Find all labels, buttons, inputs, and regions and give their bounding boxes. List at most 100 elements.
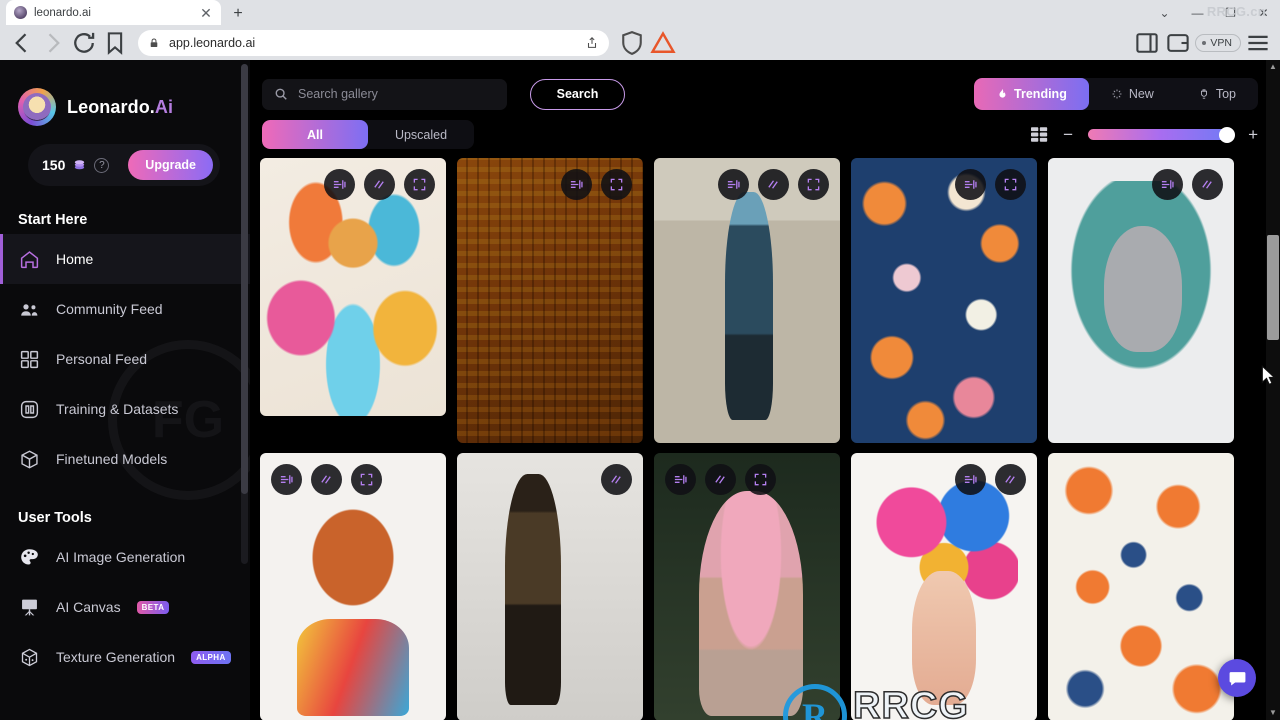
sidebar-item-training-datasets[interactable]: Training & Datasets	[0, 384, 250, 434]
zoom-out-button[interactable]: −	[1063, 126, 1073, 143]
upscale-icon[interactable]	[995, 464, 1026, 495]
gallery-card-warrior[interactable]	[654, 158, 840, 443]
tab-new[interactable]: New	[1089, 78, 1176, 110]
expand-icon[interactable]	[745, 464, 776, 495]
new-tab-button[interactable]: +	[225, 3, 251, 25]
sidebar-section-user-tools: User Tools	[18, 510, 92, 526]
window-close-button[interactable]: ✕	[1247, 0, 1280, 25]
scroll-down-arrow[interactable]: ▼	[1266, 706, 1280, 720]
sidebar-item-texture-generation[interactable]: Texture Generation ALPHA	[0, 632, 250, 682]
grid-icon	[18, 348, 40, 370]
remix-icon[interactable]	[324, 169, 355, 200]
brave-wallet-icon[interactable]	[1164, 29, 1192, 57]
window-maximize-button[interactable]: ❐	[1214, 0, 1247, 25]
lock-icon	[150, 37, 158, 47]
gallery-card-lion[interactable]	[260, 158, 446, 416]
upscale-icon[interactable]	[705, 464, 736, 495]
tab-top[interactable]: Top	[1176, 78, 1258, 110]
card-thumbnail	[1048, 158, 1234, 443]
gallery-card-koala-bike[interactable]	[1048, 158, 1234, 443]
upscale-icon[interactable]	[601, 464, 632, 495]
gallery-card-character-sheet[interactable]	[457, 453, 643, 720]
sidebar-item-personal-feed[interactable]: Personal Feed	[0, 334, 250, 384]
gallery-card-hieroglyphs[interactable]	[457, 158, 643, 443]
remix-icon[interactable]	[955, 169, 986, 200]
url-text: app.leonardo.ai	[169, 35, 256, 50]
back-button[interactable]	[8, 29, 36, 57]
gallery-card-pink-hair[interactable]	[654, 453, 840, 720]
address-bar[interactable]: app.leonardo.ai	[138, 29, 609, 56]
filter-upscaled[interactable]: Upscaled	[368, 120, 474, 149]
tab-close-icon[interactable]: ✕	[199, 6, 213, 20]
window-minimize-button[interactable]: —	[1181, 0, 1214, 25]
zoom-in-button[interactable]: +	[1248, 126, 1258, 143]
search-input[interactable]	[298, 87, 495, 101]
expand-icon[interactable]	[798, 169, 829, 200]
card-actions	[271, 464, 382, 495]
app-brand[interactable]: Leonardo.Ai	[0, 60, 250, 126]
trophy-icon	[1200, 89, 1207, 99]
page-viewport: FG Leonardo.Ai 150 ? Upgrade Start Here	[0, 60, 1280, 720]
zoom-slider-handle[interactable]	[1219, 126, 1236, 143]
card-actions	[665, 464, 776, 495]
upscale-icon[interactable]	[364, 169, 395, 200]
chat-support-button[interactable]	[1218, 659, 1256, 697]
remix-icon[interactable]	[665, 464, 696, 495]
share-icon	[587, 36, 596, 48]
brave-rewards-icon[interactable]	[649, 29, 677, 57]
scroll-up-arrow[interactable]: ▲	[1266, 60, 1280, 74]
sidebar-item-ai-canvas[interactable]: AI Canvas BETA	[0, 582, 250, 632]
reload-button[interactable]	[70, 29, 98, 57]
sidebar-item-label: Personal Feed	[56, 351, 148, 367]
gallery-card-floral-white[interactable]	[1048, 453, 1234, 720]
card-actions	[1152, 169, 1223, 200]
palette-icon	[18, 546, 40, 568]
bookmark-icon[interactable]	[101, 29, 129, 57]
side-panel-icon[interactable]	[1133, 29, 1161, 57]
layout-grid-icon[interactable]	[1031, 127, 1048, 142]
sidebar-scrollbar[interactable]	[241, 64, 248, 564]
upscale-icon[interactable]	[311, 464, 342, 495]
filter-all[interactable]: All	[262, 120, 368, 149]
expand-icon[interactable]	[601, 169, 632, 200]
sidebar-item-ai-image-generation[interactable]: AI Image Generation	[0, 532, 250, 582]
gallery-toolbar: Search Trending	[250, 60, 1280, 150]
forward-button[interactable]	[39, 29, 67, 57]
vpn-button[interactable]: VPN	[1195, 33, 1241, 52]
zoom-slider[interactable]	[1088, 126, 1236, 143]
browser-menu-icon[interactable]	[1244, 29, 1272, 57]
gallery-card-floral-blue[interactable]	[851, 158, 1037, 443]
question-icon[interactable]: ?	[94, 157, 110, 173]
brave-shields-icon[interactable]	[618, 29, 646, 57]
cube-icon	[18, 448, 40, 470]
search-field-wrapper[interactable]	[262, 78, 507, 110]
remix-icon[interactable]	[1152, 169, 1183, 200]
browser-tab-leonardo[interactable]: leonardo.ai ✕	[6, 0, 221, 25]
upscale-icon[interactable]	[1192, 169, 1223, 200]
sidebar-item-finetuned-models[interactable]: Finetuned Models	[0, 434, 250, 484]
gallery-card-girl-glasses[interactable]	[260, 453, 446, 720]
expand-icon[interactable]	[995, 169, 1026, 200]
expand-icon[interactable]	[404, 169, 435, 200]
tab-trending[interactable]: Trending	[974, 78, 1089, 110]
remix-icon[interactable]	[718, 169, 749, 200]
tab-search-chevron-icon[interactable]: ⌄	[1148, 0, 1181, 25]
sidebar-item-home[interactable]: Home	[0, 234, 250, 284]
search-button[interactable]: Search	[530, 78, 625, 110]
browser-window: leonardo.ai ✕ + ⌄ — ❐ ✕ RRCG.cn app.leon…	[0, 0, 1280, 720]
gallery-filters: All Upscaled	[262, 120, 474, 149]
gallery-card-rainbow-hair[interactable]	[851, 453, 1037, 720]
expand-icon[interactable]	[351, 464, 382, 495]
remix-icon[interactable]	[561, 169, 592, 200]
remix-icon[interactable]	[955, 464, 986, 495]
page-scrollbar-thumb[interactable]	[1267, 235, 1279, 340]
upgrade-button[interactable]: Upgrade	[128, 150, 213, 180]
sidebar-item-community-feed[interactable]: Community Feed	[0, 284, 250, 334]
upscale-icon[interactable]	[758, 169, 789, 200]
credits-panel: 150 ? Upgrade	[28, 144, 220, 186]
sidebar-item-label: Community Feed	[56, 301, 163, 317]
remix-icon[interactable]	[271, 464, 302, 495]
credits-amount: 150	[42, 157, 66, 173]
card-actions	[561, 169, 632, 200]
sidebar-scrollbar-thumb[interactable]	[241, 64, 248, 494]
